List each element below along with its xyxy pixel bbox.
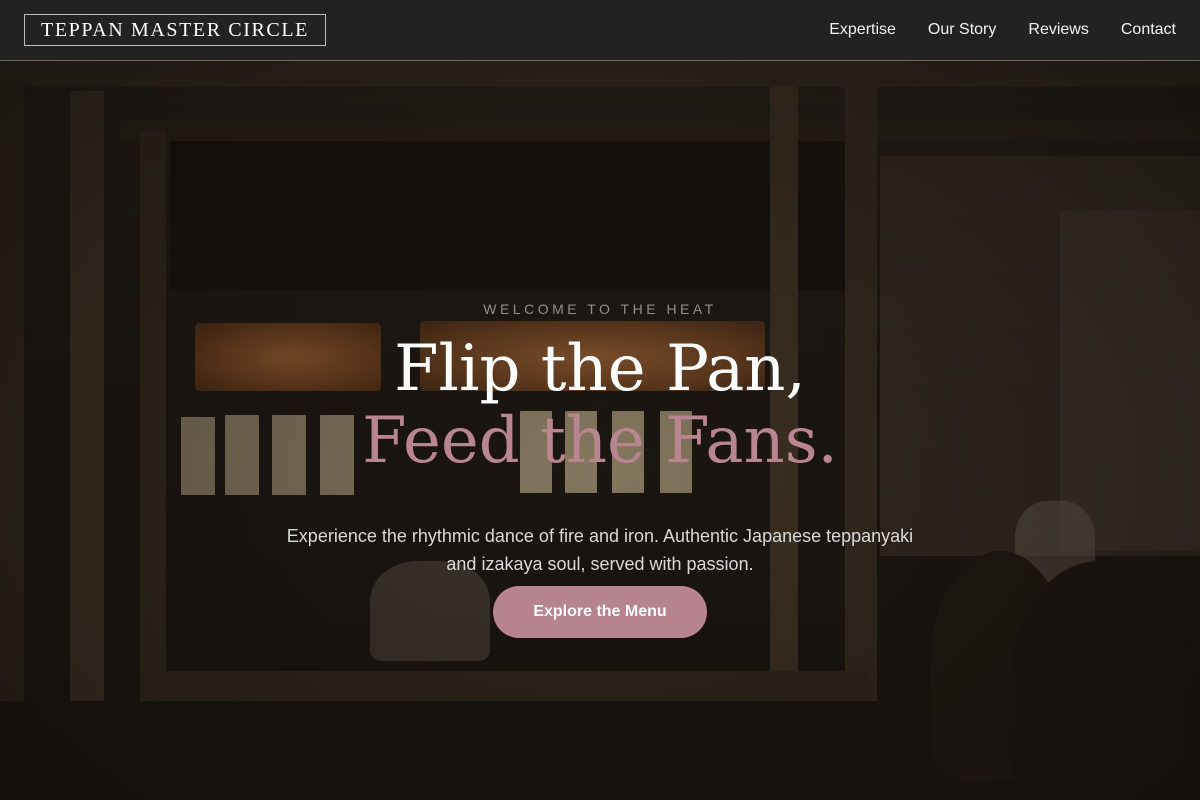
- brand-logo[interactable]: TEPPAN MASTER CIRCLE: [24, 14, 326, 46]
- hero-headline: Flip the Pan, Feed the Fans.: [0, 333, 1200, 477]
- headline-line-2: Feed the Fans.: [362, 404, 838, 478]
- explore-menu-button[interactable]: Explore the Menu: [493, 586, 707, 638]
- hero-subtext: Experience the rhythmic dance of fire an…: [286, 526, 914, 574]
- nav-link-reviews[interactable]: Reviews: [1028, 21, 1088, 39]
- headline-line-1: Flip the Pan,: [394, 332, 806, 406]
- hero-section: WELCOME TO THE HEAT Flip the Pan, Feed t…: [0, 61, 1200, 800]
- site-header: TEPPAN MASTER CIRCLE Expertise Our Story…: [0, 0, 1200, 61]
- nav-link-expertise[interactable]: Expertise: [829, 21, 896, 39]
- main-nav: Expertise Our Story Reviews Contact: [829, 0, 1176, 60]
- nav-link-our-story[interactable]: Our Story: [928, 21, 996, 39]
- hero-eyebrow: WELCOME TO THE HEAT: [483, 301, 717, 317]
- nav-link-contact[interactable]: Contact: [1121, 21, 1176, 39]
- hero-content: WELCOME TO THE HEAT Flip the Pan, Feed t…: [0, 61, 1200, 800]
